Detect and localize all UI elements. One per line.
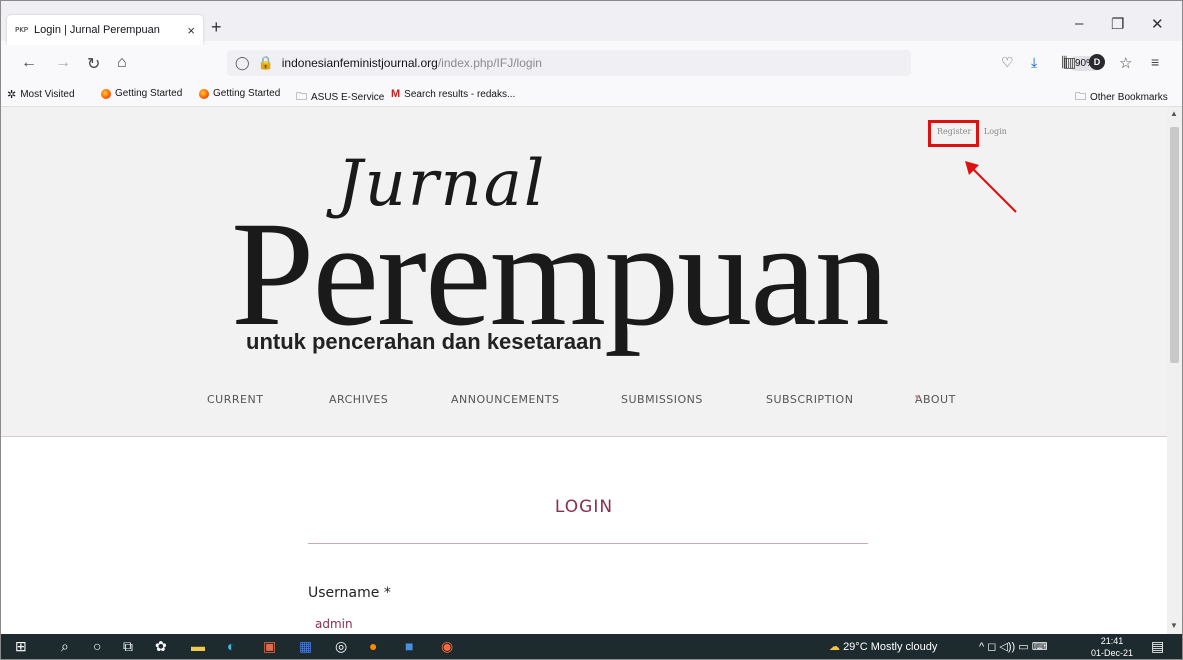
lock-icon[interactable]: 🔒 <box>258 55 274 71</box>
download-icon[interactable]: ⤓ <box>1031 54 1037 71</box>
tab-login[interactable]: PKP Login | Jurnal Perempuan × <box>7 15 203 45</box>
menu-announcements[interactable]: ANNOUNCEMENTS <box>451 393 559 406</box>
menu-icon[interactable]: ≡ <box>1151 54 1159 70</box>
powerpoint-icon[interactable]: ▣ <box>263 638 276 655</box>
cortana-icon[interactable]: ○ <box>93 638 101 654</box>
scroll-up-icon[interactable]: ▲ <box>1170 109 1178 118</box>
app-paint-icon[interactable]: ✿ <box>155 638 167 655</box>
web-page: Register Login Jurnal Perempuan untuk pe… <box>1 107 1167 634</box>
browser-window: PKP Login | Jurnal Perempuan × + – ❐ ✕ ←… <box>0 0 1183 660</box>
url-bar[interactable]: ◯ 🔒 indonesianfeministjournal.org /index… <box>227 50 1132 76</box>
login-link[interactable]: Login <box>984 127 1007 136</box>
bookmark-getting-started-2[interactable]: Getting Started <box>199 88 280 99</box>
tray-icons[interactable]: ^ ◻ ◁)) ▭ ⌨ <box>979 640 1048 653</box>
firefox-icon <box>199 88 209 99</box>
windows-start-icon[interactable]: ⊞ <box>15 638 27 655</box>
bookmark-asus-eservice[interactable]: 🗀 ASUS E-Service <box>296 88 384 107</box>
zoom-app-icon[interactable]: ■ <box>405 638 413 654</box>
home-icon[interactable]: ⌂ <box>117 54 127 72</box>
forward-arrow-icon[interactable]: → <box>55 54 71 72</box>
weather-widget[interactable]: ☁ 29°C Mostly cloudy <box>829 640 937 653</box>
edge-icon[interactable]: ◐ <box>227 638 235 654</box>
title-divider <box>308 543 868 544</box>
firefox-icon <box>101 88 111 99</box>
cloud-sun-icon: ☁ <box>829 641 840 653</box>
menu-subscription[interactable]: SUBSCRIPTION <box>766 393 853 406</box>
site-header: Register Login Jurnal Perempuan untuk pe… <box>1 107 1167 437</box>
pkp-favicon-icon: PKP <box>15 26 29 34</box>
logo-tagline: untuk pencerahan dan kesetaraan <box>246 329 602 354</box>
word-icon[interactable]: ▦ <box>299 638 312 655</box>
folder-icon: 🗀 <box>1075 91 1086 103</box>
pocket-icon[interactable]: ♡ <box>1001 54 1014 71</box>
app-icon[interactable]: ◎ <box>335 638 347 655</box>
sidebar-icon[interactable]: ▥ <box>1063 54 1076 71</box>
register-highlight-box <box>928 120 979 147</box>
firefox-taskbar-icon[interactable]: ● <box>369 638 377 654</box>
back-arrow-icon[interactable]: ← <box>21 54 37 72</box>
page-title: LOGIN <box>554 497 614 517</box>
menu-submissions[interactable]: SUBMISSIONS <box>621 393 703 406</box>
scrollbar-thumb[interactable] <box>1170 127 1179 363</box>
minimize-button[interactable]: – <box>1075 15 1083 32</box>
page-scrollbar[interactable]: ▲ ▼ <box>1167 107 1182 634</box>
reload-icon[interactable]: ↻ <box>87 54 100 74</box>
notification-icon[interactable]: ▤ <box>1151 638 1164 655</box>
restore-button[interactable]: ❐ <box>1111 15 1124 33</box>
chevron-down-icon: ▾ <box>915 393 921 403</box>
bookmark-other[interactable]: 🗀 Other Bookmarks <box>1075 88 1168 107</box>
tab-strip: PKP Login | Jurnal Perempuan × + – ❐ ✕ <box>1 1 1182 45</box>
url-domain: indonesianfeministjournal.org <box>281 56 438 70</box>
tab-title: Login | Jurnal Perempuan <box>34 24 160 36</box>
bookmarks-bar: ✲ Most Visited Getting Started Getting St… <box>1 81 1182 107</box>
close-window-button[interactable]: ✕ <box>1151 15 1164 33</box>
bookmark-getting-started-1[interactable]: Getting Started <box>101 88 182 99</box>
gmail-icon: M <box>391 88 401 100</box>
nav-toolbar: ← → ↻ ⌂ ◯ 🔒 indonesianfeministjournal.or… <box>1 45 1182 81</box>
bookmark-search-results[interactable]: M Search results - redaks... <box>391 88 515 100</box>
windows-taskbar: ⊞ ⌕ ○ ⧉ ✿ ▬ ◐ ▣ ▦ ◎ ● ■ ◉ ☁ 29°C Mostly … <box>1 634 1182 659</box>
folder-icon: 🗀 <box>296 91 307 103</box>
url-path: /index.php/IFJ/login <box>437 56 542 70</box>
taskbar-clock[interactable]: 21:41 01-Dec-21 <box>1091 635 1133 659</box>
shield-icon[interactable]: ◯ <box>235 55 250 71</box>
gear-icon: ✲ <box>7 89 17 101</box>
menu-archives[interactable]: ARCHIVES <box>329 393 388 406</box>
file-explorer-icon[interactable]: ▬ <box>191 638 205 654</box>
new-tab-button[interactable]: + <box>211 17 222 38</box>
bookmark-most-visited[interactable]: ✲ Most Visited <box>7 88 75 101</box>
menu-current[interactable]: CURRENT <box>207 393 263 406</box>
media-player-icon[interactable]: ◉ <box>441 638 453 655</box>
task-view-icon[interactable]: ⧉ <box>123 638 133 655</box>
annotation-arrow-icon <box>965 161 1017 213</box>
scroll-down-icon[interactable]: ▼ <box>1170 621 1178 630</box>
search-icon[interactable]: ⌕ <box>61 638 69 655</box>
username-field[interactable]: admin <box>315 617 353 631</box>
username-label: Username * <box>308 585 391 601</box>
bookmark-star-icon[interactable]: ☆ <box>1119 54 1132 72</box>
close-tab-icon[interactable]: × <box>187 23 195 38</box>
logo-main-text[interactable]: Perempuan <box>231 199 890 349</box>
account-avatar[interactable]: D <box>1089 54 1105 70</box>
